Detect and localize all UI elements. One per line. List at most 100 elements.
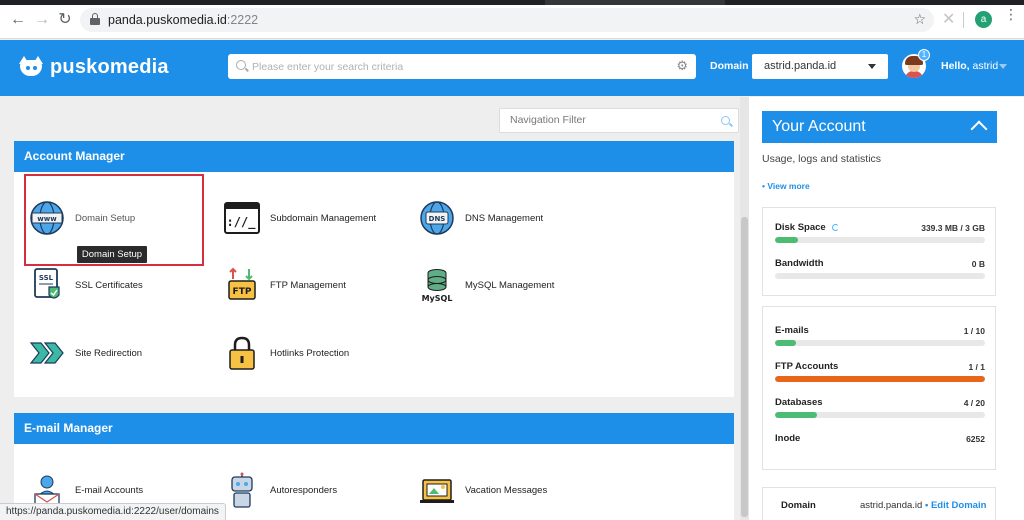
cat-logo-icon: [18, 56, 44, 78]
stat-name: Disk Space: [775, 222, 839, 233]
dns-management-label: DNS Management: [465, 212, 544, 224]
menu-item-vacation-messages[interactable]: Vacation Messages: [419, 472, 547, 508]
menu-item-hotlinks-protection[interactable]: Hotlinks Protection: [224, 335, 349, 371]
mysql-management-label: MySQL Management: [465, 279, 555, 291]
greeting-text: Hello,: [941, 60, 970, 72]
stat-value: 4 / 20: [963, 398, 985, 408]
stat-name: Databases: [775, 397, 823, 408]
domain-setup-tooltip: Domain Setup: [77, 246, 147, 263]
vacation-laptop-icon: [419, 472, 455, 508]
toolbar-divider: [963, 12, 964, 28]
address-url[interactable]: panda.puskomedia.id:2222: [108, 13, 258, 27]
stat-value: 339.3 MB / 3 GB: [921, 223, 985, 233]
chevron-down-icon: [868, 64, 876, 69]
domain-row-label: Domain: [781, 500, 816, 511]
svg-text:MySQL: MySQL: [422, 294, 453, 303]
bookmark-star-icon[interactable]: ☆: [913, 11, 926, 28]
username: astrid: [972, 60, 999, 72]
progress-bar: [775, 237, 985, 243]
menu-item-mysql-management[interactable]: MySQL MySQL Management: [419, 267, 554, 303]
redirect-arrows-icon: [29, 335, 65, 371]
gear-icon[interactable]: ⚙: [676, 58, 688, 74]
svg-text:FTP: FTP: [233, 287, 252, 297]
usage-card-disk: Disk Space 339.3 MB / 3 GB Bandwidth 0 B: [762, 207, 996, 296]
navigation-filter[interactable]: [499, 108, 739, 133]
menu-item-dns-management[interactable]: DNS DNS Management: [419, 200, 543, 236]
dns-globe-icon: DNS: [419, 200, 455, 236]
search-icon: [236, 60, 246, 70]
usage-card-accounts: E-mails 1 / 10 FTP Accounts 1 / 1 Databa…: [762, 306, 996, 470]
progress-bar: [775, 412, 985, 418]
menu-kebab-icon[interactable]: ⋮: [1004, 7, 1018, 21]
menu-item-ftp-management[interactable]: FTP FTP Management: [224, 267, 346, 303]
your-account-header[interactable]: Your Account: [762, 111, 997, 143]
subdomain-management-label: Subdomain Management: [270, 212, 377, 224]
tab-strip: [0, 0, 1024, 5]
domain-select-value: astrid.panda.id: [764, 60, 837, 72]
mysql-database-icon: MySQL: [419, 267, 455, 303]
stat-value: 6252: [966, 434, 985, 444]
stat-name: E-mails: [775, 325, 809, 336]
menu-item-site-redirection[interactable]: Site Redirection: [29, 335, 142, 371]
search-icon: [721, 116, 730, 125]
back-arrow-icon[interactable]: ←: [8, 10, 28, 30]
edit-domain-link[interactable]: • Edit Domain: [925, 500, 986, 511]
menu-item-subdomain-management[interactable]: ://_ Subdomain Management: [224, 200, 376, 236]
stat-value: 1 / 10: [963, 326, 985, 336]
progress-fill: [775, 237, 799, 243]
brand-name: puskomedia: [50, 55, 169, 78]
lock-icon: [90, 13, 100, 26]
progress-fill: [775, 412, 817, 418]
browser-status-url: https://panda.puskomedia.id:2222/user/do…: [0, 503, 226, 520]
svg-text:DNS: DNS: [429, 215, 446, 223]
email-accounts-label: E-mail Accounts: [75, 484, 144, 496]
chevron-up-icon[interactable]: [970, 120, 988, 138]
menu-item-ssl-certificates[interactable]: SSL SSL Certificates: [29, 267, 143, 303]
ssl-certificates-label: SSL Certificates: [75, 279, 143, 291]
profile-avatar[interactable]: a: [975, 11, 992, 28]
progress-bar: [775, 376, 985, 382]
view-more-link[interactable]: • View more: [762, 181, 810, 191]
progress-fill: [775, 376, 985, 382]
svg-text:SSL: SSL: [39, 274, 54, 282]
domain-label: Domain: [710, 60, 749, 72]
progress-fill: [775, 340, 796, 346]
email-manager-title: E-mail Manager: [14, 413, 734, 444]
stat-name: FTP Accounts: [775, 361, 839, 372]
stat-value: 0 B: [971, 259, 985, 269]
account-manager-title: Account Manager: [14, 141, 734, 172]
search-input[interactable]: [252, 58, 672, 75]
notification-badge[interactable]: 1: [918, 49, 930, 61]
ftp-icon: FTP: [224, 267, 260, 303]
site-redirection-label: Site Redirection: [75, 347, 143, 359]
progress-bar: [775, 273, 985, 279]
url-host: panda.puskomedia.id: [108, 13, 227, 27]
browser-toolbar: ← → ↻ panda.puskomedia.id:2222 ☆ ✕ a ⋮: [0, 0, 1024, 39]
domain-select[interactable]: astrid.panda.id: [752, 54, 888, 79]
menu-item-autoresponders[interactable]: Autoresponders: [224, 472, 337, 508]
user-greeting[interactable]: Hello, astrid: [941, 60, 998, 72]
refresh-icon[interactable]: [831, 224, 839, 231]
your-account-title: Your Account: [772, 118, 866, 135]
forward-arrow-icon[interactable]: →: [32, 10, 52, 30]
autoresponders-label: Autoresponders: [270, 484, 338, 496]
extension-icon[interactable]: ✕: [942, 9, 955, 29]
user-menu-caret-icon[interactable]: [999, 64, 1007, 69]
main-scrollbar[interactable]: [740, 97, 749, 520]
stat-name: Inode: [775, 433, 801, 444]
active-tab[interactable]: [545, 0, 725, 5]
app-header: puskomedia ⚙ Domain astrid.panda.id 1 He…: [0, 40, 1024, 96]
padlock-icon: [224, 335, 260, 371]
scrollbar-thumb[interactable]: [741, 217, 748, 517]
ftp-management-label: FTP Management: [270, 279, 346, 291]
url-port: :2222: [226, 13, 259, 27]
progress-bar: [775, 340, 985, 346]
global-search[interactable]: ⚙: [228, 54, 696, 79]
address-bar[interactable]: panda.puskomedia.id:2222 ☆: [80, 8, 934, 32]
stat-value: 1 / 1: [968, 362, 985, 372]
navigation-filter-input[interactable]: [510, 114, 710, 126]
brand-logo[interactable]: puskomedia: [18, 55, 169, 79]
robot-icon: [224, 472, 260, 508]
stat-name: Bandwidth: [775, 258, 824, 269]
reload-icon[interactable]: ↻: [55, 10, 75, 30]
